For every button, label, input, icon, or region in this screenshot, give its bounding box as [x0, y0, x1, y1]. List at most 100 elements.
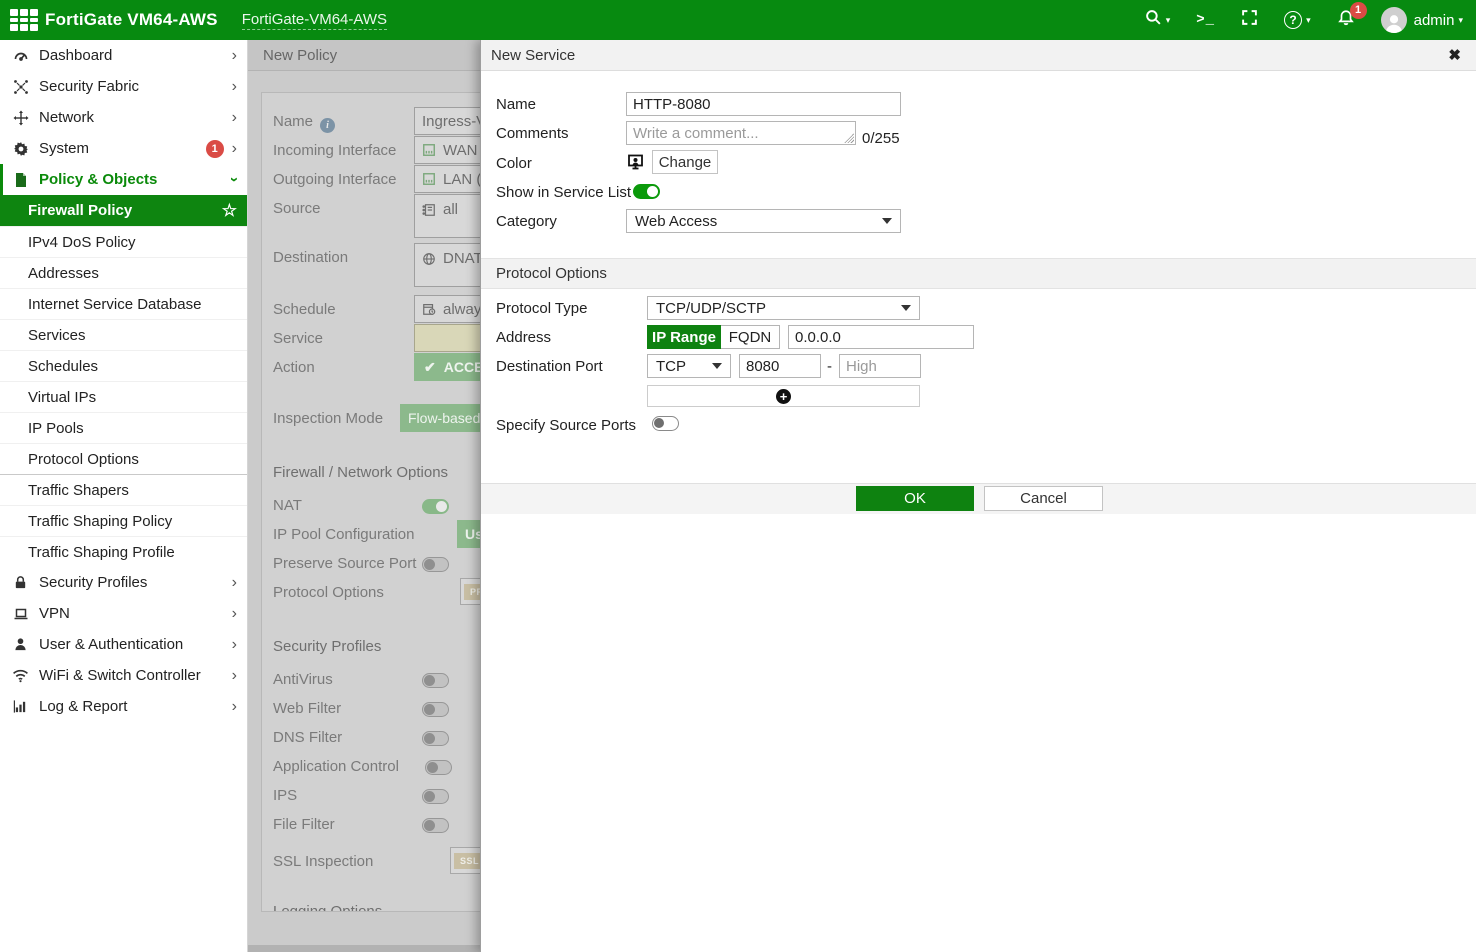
sidebar-item-firewall-policy[interactable]: Firewall Policy ☆: [0, 195, 247, 226]
gauge-icon: [12, 47, 29, 64]
antivirus-toggle[interactable]: [422, 673, 449, 688]
star-icon[interactable]: ☆: [222, 201, 237, 221]
section-logging-options: Logging Options: [273, 903, 382, 912]
notifications-button[interactable]: 1: [1324, 0, 1368, 40]
sidebar-item-security-profiles[interactable]: Security Profiles ›: [0, 567, 247, 598]
color-label: Color: [496, 155, 532, 172]
ip-pool-use-button[interactable]: Use: [457, 520, 480, 548]
action-accept-button[interactable]: ✔ ACCE: [414, 353, 480, 381]
sidebar-item-ipv4-dos-policy[interactable]: IPv4 DoS Policy: [0, 226, 247, 257]
chevron-down-icon: [712, 363, 722, 369]
sidebar-item-label: Network: [39, 109, 232, 126]
sidebar-item-system[interactable]: System 1 ›: [0, 133, 247, 164]
sidebar-item-security-fabric[interactable]: Security Fabric ›: [0, 71, 247, 102]
fullscreen-button[interactable]: [1228, 0, 1271, 40]
lock-icon: [12, 574, 29, 591]
dns-filter-toggle[interactable]: [422, 731, 449, 746]
sidebar-item-traffic-shaping-profile[interactable]: Traffic Shaping Profile: [0, 536, 247, 567]
web-filter-toggle[interactable]: [422, 702, 449, 717]
source-field[interactable]: all: [414, 194, 480, 238]
category-value: Web Access: [635, 213, 717, 230]
close-icon[interactable]: ✖: [1443, 46, 1466, 64]
sidebar-item-traffic-shaping-policy[interactable]: Traffic Shaping Policy: [0, 505, 247, 536]
section-firewall-network-options: Firewall / Network Options: [273, 464, 448, 481]
horizontal-scrollbar[interactable]: [248, 945, 480, 952]
admin-menu[interactable]: admin ▾: [1368, 0, 1476, 40]
hostname-link[interactable]: FortiGate-VM64-AWS: [242, 11, 387, 30]
sidebar-item-ip-pools[interactable]: IP Pools: [0, 412, 247, 443]
chevron-down-icon: ▾: [1458, 15, 1463, 26]
nat-toggle[interactable]: [422, 499, 449, 514]
incoming-interface-field[interactable]: WAN: [414, 136, 480, 164]
preserve-source-port-toggle[interactable]: [422, 557, 449, 572]
destination-port-high-input[interactable]: [839, 354, 921, 378]
protocol-options-field[interactable]: PRO: [460, 578, 480, 605]
resize-grip-icon[interactable]: [844, 133, 854, 143]
search-button[interactable]: ▾: [1132, 0, 1184, 40]
new-policy-title: New Policy: [248, 40, 480, 71]
file-filter-toggle[interactable]: [422, 818, 449, 833]
preserve-source-port-label: Preserve Source Port: [273, 555, 416, 572]
show-in-service-list-toggle[interactable]: [633, 184, 660, 199]
cli-console-button[interactable]: >_: [1183, 0, 1228, 40]
color-change-button[interactable]: Change: [652, 150, 718, 174]
comments-textarea[interactable]: Write a comment...: [626, 121, 856, 145]
schedule-field[interactable]: alway: [414, 295, 480, 323]
sidebar-item-traffic-shapers[interactable]: Traffic Shapers: [0, 474, 247, 505]
sidebar-item-addresses[interactable]: Addresses: [0, 257, 247, 288]
calendar-clock-icon: [422, 302, 437, 317]
policy-name-field[interactable]: Ingress-V: [414, 107, 480, 135]
destination-port-protocol-select[interactable]: TCP: [647, 354, 731, 378]
sidebar-item-network[interactable]: Network ›: [0, 102, 247, 133]
ok-button[interactable]: OK: [856, 486, 974, 511]
sidebar-item-label: WiFi & Switch Controller: [39, 667, 232, 684]
sidebar-item-virtual-ips[interactable]: Virtual IPs: [0, 381, 247, 412]
ips-toggle[interactable]: [422, 789, 449, 804]
address-tab-ip-range[interactable]: IP Range: [647, 325, 721, 349]
sub-item-label: Traffic Shapers: [28, 482, 129, 499]
sidebar-item-user-authentication[interactable]: User & Authentication ›: [0, 629, 247, 660]
interface-icon: [422, 172, 437, 187]
help-icon: ?: [1284, 11, 1302, 29]
sidebar-item-wifi-switch-controller[interactable]: WiFi & Switch Controller ›: [0, 660, 247, 691]
protocol-options-label: Protocol Options: [273, 584, 384, 601]
destination-field[interactable]: DNAT: [414, 243, 480, 287]
dialog-title: New Service: [491, 47, 575, 64]
policy-document-icon: [12, 171, 29, 188]
sidebar-item-label: User & Authentication: [39, 636, 232, 653]
sidebar-item-schedules[interactable]: Schedules: [0, 350, 247, 381]
file-filter-label: File Filter: [273, 816, 335, 833]
address-tab-fqdn[interactable]: FQDN: [721, 325, 780, 349]
sidebar-item-label: Dashboard: [39, 47, 232, 64]
sidebar-item-vpn[interactable]: VPN ›: [0, 598, 247, 629]
help-button[interactable]: ? ▾: [1271, 0, 1324, 40]
service-name-input[interactable]: [626, 92, 901, 116]
check-icon: ✔: [424, 359, 436, 376]
sidebar-item-log-report[interactable]: Log & Report ›: [0, 691, 247, 722]
protocol-type-select[interactable]: TCP/UDP/SCTP: [647, 296, 920, 320]
service-field[interactable]: [414, 324, 480, 352]
add-port-row-button[interactable]: +: [647, 385, 920, 407]
outgoing-interface-field[interactable]: LAN (: [414, 165, 480, 193]
address-ip-input[interactable]: [788, 325, 974, 349]
sub-item-label: Virtual IPs: [28, 389, 96, 406]
specify-source-ports-toggle[interactable]: [652, 416, 679, 431]
chevron-right-icon: ›: [232, 141, 237, 157]
sidebar-item-policy-objects[interactable]: Policy & Objects ›: [0, 164, 247, 195]
sidebar-item-protocol-options[interactable]: Protocol Options: [0, 443, 247, 474]
cancel-button[interactable]: Cancel: [984, 486, 1103, 511]
category-select[interactable]: Web Access: [626, 209, 901, 233]
inspection-mode-flow-based[interactable]: Flow-based: [400, 404, 480, 432]
application-control-toggle[interactable]: [425, 760, 452, 775]
ssl-inspection-field[interactable]: SSL: [450, 847, 480, 874]
chevron-down-icon: ▾: [1166, 15, 1171, 26]
chevron-down-icon: [901, 305, 911, 311]
dialog-footer: [481, 483, 1476, 514]
service-label: Service: [273, 330, 323, 347]
sidebar-item-dashboard[interactable]: Dashboard ›: [0, 40, 247, 71]
destination-port-low-input[interactable]: [739, 354, 821, 378]
sidebar-item-internet-service-database[interactable]: Internet Service Database: [0, 288, 247, 319]
brand-title: FortiGate VM64-AWS: [45, 10, 218, 30]
sidebar-item-services[interactable]: Services: [0, 319, 247, 350]
sub-item-label: Internet Service Database: [28, 296, 201, 313]
